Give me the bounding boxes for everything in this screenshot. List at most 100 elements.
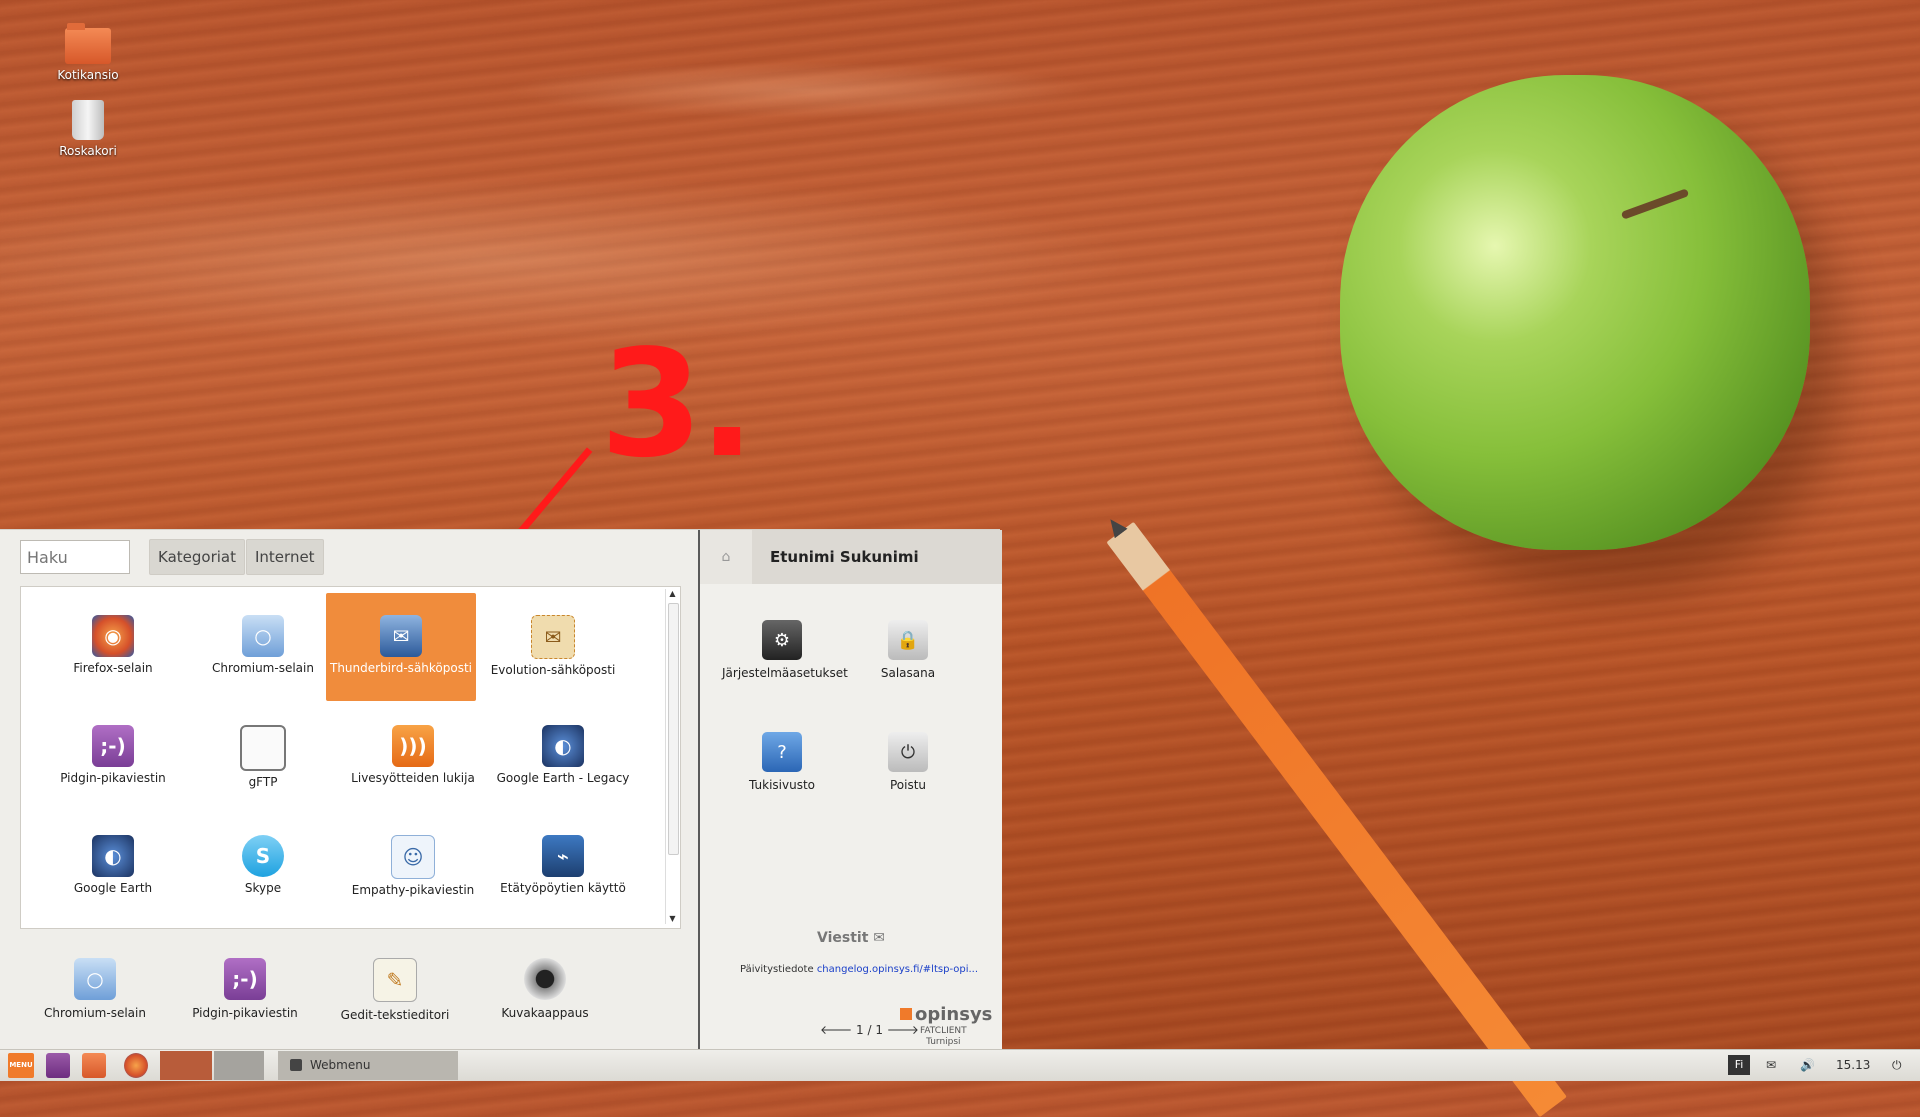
app-remote-desktop[interactable]: ⌁ Etätyöpöytien käyttö [488, 813, 638, 921]
app-label: gFTP [248, 775, 278, 789]
home-icon[interactable]: ⌂ [700, 530, 752, 584]
favorite-pidgin[interactable]: ;-) Pidgin-pikaviestin [170, 958, 320, 1020]
app-gftp[interactable]: gFTP [188, 703, 338, 811]
app-label: Etätyöpöytien käyttö [500, 881, 626, 895]
action-label: Järjestelmäasetukset [722, 666, 848, 680]
app-google-earth[interactable]: ◐ Google Earth [38, 813, 188, 921]
envelope-icon: ✉ [873, 930, 885, 946]
app-grid-scrollbar[interactable]: ▲ ▼ [665, 589, 679, 924]
favorite-label: Kuvakaappaus [501, 1006, 589, 1020]
clock[interactable]: 15.13 [1836, 1055, 1870, 1075]
rss-icon: ))) [392, 725, 434, 767]
favorite-label: Chromium-selain [44, 1006, 146, 1020]
app-label: Chromium-selain [212, 661, 314, 675]
webmenu: Kategoriat Internet ◉ Firefox-selain ○ C… [0, 529, 1002, 1050]
app-firefox[interactable]: ◉ Firefox-selain [38, 593, 188, 701]
app-evolution[interactable]: ✉ Evolution-sähköposti [478, 593, 628, 701]
action-logout[interactable]: ⏻ Poistu [848, 732, 968, 792]
action-system-settings[interactable]: ⚙ Järjestelmäasetukset [722, 620, 848, 680]
action-label: Salasana [880, 666, 936, 680]
app-thunderbird[interactable]: ✉ Thunderbird-sähköposti [326, 593, 476, 701]
profile-header: ⌂ Etunimi Sukunimi [700, 530, 1002, 584]
settings-icon: ⚙ [762, 620, 802, 660]
app-label: Pidgin-pikaviestin [60, 771, 166, 785]
brand-line2: Turnipsi [926, 1037, 961, 1047]
webmenu-profile-pane: ⌂ Etunimi Sukunimi ⚙ Järjestelmäasetukse… [698, 530, 1002, 1050]
favorite-gedit[interactable]: ✎ Gedit-tekstieditori [320, 958, 470, 1022]
message-item: Päivitystiedote changelog.opinsys.fi/#lt… [740, 964, 978, 975]
action-label: Poistu [889, 778, 927, 792]
search-input[interactable] [20, 540, 130, 574]
favorite-label: Pidgin-pikaviestin [192, 1006, 298, 1020]
trash-icon [72, 100, 104, 140]
chromium-icon: ○ [74, 958, 116, 1000]
prev-arrow-icon[interactable]: 🡐 [820, 1023, 852, 1037]
window-title: Webmenu [310, 1058, 371, 1072]
next-arrow-icon[interactable]: 🡒 [887, 1023, 919, 1037]
firefox-icon[interactable] [124, 1053, 148, 1078]
message-link[interactable]: changelog.opinsys.fi/#ltsp-opi... [817, 964, 978, 975]
workspace-2[interactable] [214, 1051, 264, 1080]
power-icon: ⏻ [888, 732, 928, 772]
action-label: Tukisivusto [749, 778, 815, 792]
firefox-icon: ◉ [92, 615, 134, 657]
opinsys-logo: opinsys [900, 1004, 992, 1025]
message-prefix: Päivitystiedote [740, 964, 814, 975]
pager-count: 1 / 1 [856, 1023, 883, 1037]
breadcrumb-categories[interactable]: Kategoriat [149, 539, 245, 575]
scroll-down-icon[interactable]: ▼ [668, 914, 677, 924]
app-label: Evolution-sähköposti [490, 663, 616, 677]
app-rss-reader[interactable]: ))) Livesyötteiden lukija [338, 703, 488, 811]
favorite-screenshot[interactable]: Kuvakaappaus [470, 958, 620, 1020]
wallpaper-pencil [1106, 521, 1567, 1117]
breadcrumb-internet[interactable]: Internet [246, 539, 324, 575]
app-grid: ◉ Firefox-selain ○ Chromium-selain ✉ Thu… [20, 586, 681, 929]
app-pidgin[interactable]: ;-) Pidgin-pikaviestin [38, 703, 188, 811]
taskbar-window-webmenu[interactable]: Webmenu [278, 1051, 458, 1080]
desktop-icon-trash[interactable]: Roskakori [40, 100, 136, 158]
lock-icon: 🔒 [888, 620, 928, 660]
file-manager-icon[interactable] [82, 1053, 106, 1078]
app-label: Google Earth - Legacy [496, 771, 630, 785]
keyboard-layout-indicator[interactable]: Fi [1728, 1055, 1750, 1075]
pidgin-icon: ;-) [92, 725, 134, 767]
scrollbar-thumb[interactable] [668, 603, 679, 855]
messages-heading: Viestit ✉ [700, 930, 1002, 946]
webmenu-window-icon [290, 1059, 302, 1071]
action-support-site[interactable]: ? Tukisivusto [722, 732, 842, 792]
app-label: Thunderbird-sähköposti [329, 661, 473, 675]
power-icon[interactable]: ⏻ [1892, 1055, 1902, 1075]
webmenu-apps-pane: Kategoriat Internet ◉ Firefox-selain ○ C… [0, 530, 698, 1050]
favorite-chromium[interactable]: ○ Chromium-selain [20, 958, 170, 1020]
scroll-up-icon[interactable]: ▲ [668, 589, 677, 599]
mail-icon[interactable]: ✉ [1766, 1055, 1776, 1075]
desktop-icon-home[interactable]: Kotikansio [40, 23, 136, 82]
user-name: Etunimi Sukunimi [770, 548, 919, 566]
help-icon: ? [762, 732, 802, 772]
brand-name: opinsys [915, 1004, 993, 1025]
desktop-icon-label: Roskakori [59, 144, 117, 158]
evolution-icon: ✉ [531, 615, 575, 659]
app-empathy[interactable]: ☺ Empathy-pikaviestin [338, 813, 488, 921]
desktop-icon-label: Kotikansio [57, 68, 119, 82]
menu-button[interactable]: MENU [8, 1053, 34, 1078]
action-password[interactable]: 🔒 Salasana [848, 620, 968, 680]
gftp-icon [240, 725, 286, 771]
app-google-earth-legacy[interactable]: ◐ Google Earth - Legacy [488, 703, 638, 811]
taskbar: MENU Webmenu Fi ✉ 🔊 15.13 ⏻ [0, 1049, 1920, 1081]
show-desktop-icon[interactable] [46, 1053, 70, 1078]
app-label: Google Earth [73, 881, 153, 895]
app-skype[interactable]: S Skype [188, 813, 338, 921]
brand-line1: FATCLIENT [920, 1026, 967, 1036]
wallpaper-apple [1340, 75, 1810, 550]
google-earth-icon: ◐ [92, 835, 134, 877]
workspace-1[interactable] [160, 1051, 212, 1080]
pidgin-icon: ;-) [224, 958, 266, 1000]
app-label: Firefox-selain [73, 661, 153, 675]
app-chromium[interactable]: ○ Chromium-selain [188, 593, 338, 701]
volume-icon[interactable]: 🔊 [1800, 1055, 1815, 1075]
gedit-icon: ✎ [373, 958, 417, 1002]
favorite-label: Gedit-tekstieditori [340, 1008, 450, 1022]
thunderbird-icon: ✉ [380, 615, 422, 657]
google-earth-icon: ◐ [542, 725, 584, 767]
